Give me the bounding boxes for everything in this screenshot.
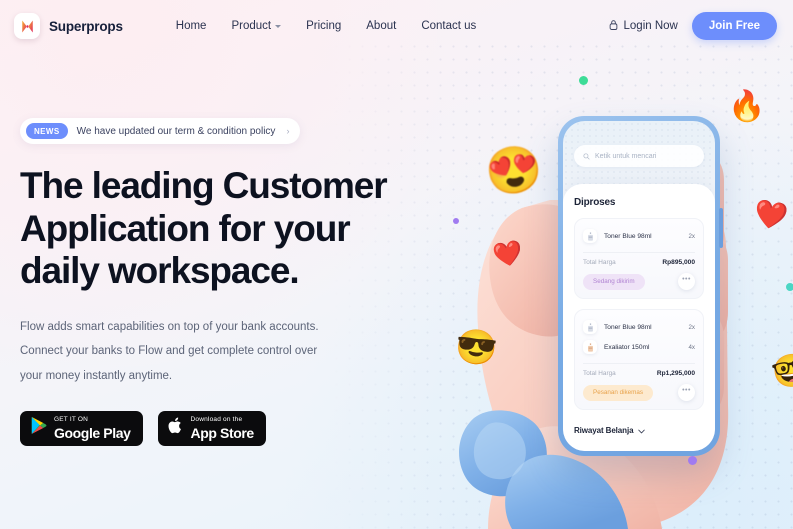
- history-label: Riwayat Belanja: [574, 425, 634, 435]
- nav-link-about-label: About: [366, 20, 397, 32]
- order-status-row: Pesanan dikemas •••: [583, 384, 695, 401]
- nav-links: Home Product Pricing About Contact us: [176, 20, 477, 32]
- nav-link-product[interactable]: Product: [231, 20, 282, 32]
- lock-icon: [608, 19, 619, 34]
- page-title: The leading Customer Application for you…: [20, 165, 388, 292]
- app-store-label: App Store: [190, 424, 255, 441]
- google-play-caption: GET IT ON: [54, 416, 89, 424]
- chevron-down-icon: [638, 421, 646, 439]
- nav-link-pricing-label: Pricing: [306, 20, 342, 32]
- hero-subcopy: Flow adds smart capabilities on top of y…: [20, 320, 319, 383]
- decor-dot-teal-right: [786, 283, 793, 291]
- landing-page: Superprops Home Product Pricing About Co…: [0, 0, 793, 529]
- order-total-label: Total Harga: [583, 259, 616, 266]
- bottle-icon: [583, 340, 597, 354]
- orders-sheet: Diproses Toner Blue 98ml 2x Total Harga …: [563, 184, 715, 451]
- app-store-button[interactable]: Download on the App Store: [157, 410, 266, 446]
- nav-link-product-label: Product: [231, 20, 272, 32]
- sunglasses-emoji: 😎: [453, 326, 500, 370]
- navbar: Superprops Home Product Pricing About Co…: [0, 0, 793, 52]
- google-play-button[interactable]: GET IT ON Google Play: [20, 410, 143, 446]
- brand-name: Superprops: [49, 18, 123, 34]
- order-item-row: Exaliator 150ml 4x: [583, 337, 695, 357]
- order-total-value: Rp895,000: [662, 259, 695, 266]
- card-divider: [583, 363, 695, 364]
- brand-logo[interactable]: Superprops: [14, 13, 123, 39]
- google-play-text: GET IT ON Google Play: [54, 417, 131, 440]
- phone-screen: Ketik untuk mencari Diproses Toner Blue …: [563, 121, 715, 451]
- orders-sheet-title: Diproses: [574, 197, 616, 208]
- google-play-icon: [30, 416, 47, 440]
- join-free-button[interactable]: Join Free: [691, 12, 777, 40]
- order-status-row: Sedang dikirim •••: [583, 273, 695, 290]
- order-item-qty: 4x: [688, 343, 695, 351]
- login-now-label: Login Now: [623, 20, 678, 32]
- store-buttons: GET IT ON Google Play Download on the Ap…: [20, 410, 440, 446]
- order-item-name: Exaliator 150ml: [604, 343, 650, 351]
- apple-icon: [168, 416, 184, 440]
- news-text: We have updated our term & condition pol…: [76, 125, 276, 137]
- order-item-name: Toner Blue 98ml: [604, 232, 652, 240]
- nav-link-contact-us-label: Contact us: [421, 20, 477, 32]
- search-input[interactable]: Ketik untuk mencari: [574, 145, 704, 167]
- decor-dot-purple-bottom: [688, 456, 697, 465]
- order-more-button[interactable]: •••: [678, 384, 695, 401]
- heart-eyes-emoji: 😍: [481, 140, 546, 200]
- chevron-down-icon: [275, 24, 282, 28]
- order-item-row: Toner Blue 98ml 2x: [583, 317, 695, 337]
- order-item-row: Toner Blue 98ml 2x: [583, 226, 695, 246]
- status-badge: Pesanan dikemas: [583, 384, 654, 401]
- bottle-icon: [583, 320, 597, 334]
- bottle-icon: [583, 229, 597, 243]
- login-now-button[interactable]: Login Now: [608, 19, 678, 34]
- search-placeholder: Ketik untuk mencari: [595, 152, 657, 160]
- nav-actions: Login Now Join Free: [608, 12, 777, 40]
- order-total-value: Rp1,295,000: [656, 370, 695, 377]
- nav-link-contact-us[interactable]: Contact us: [421, 20, 476, 32]
- order-item-qty: 2x: [688, 323, 695, 331]
- google-play-label: Google Play: [54, 424, 131, 441]
- phone-side-button[interactable]: [719, 208, 723, 248]
- order-card[interactable]: Toner Blue 98ml 2x Total Harga Rp895,000…: [574, 218, 704, 299]
- order-total-label: Total Harga: [583, 370, 616, 377]
- order-item-name: Toner Blue 98ml: [604, 323, 652, 331]
- decor-dot-purple-left: [453, 218, 459, 224]
- red-heart-emoji: ❤️: [751, 197, 791, 233]
- decor-dot-green: [579, 76, 588, 85]
- order-card[interactable]: Toner Blue 98ml 2x Exaliator 150ml 4x To…: [574, 309, 704, 410]
- order-item-qty: 2x: [688, 232, 695, 240]
- superprops-logo-icon: [14, 13, 40, 39]
- app-store-caption: Download on the: [190, 416, 243, 424]
- nav-link-pricing[interactable]: Pricing: [306, 20, 341, 32]
- phone-mockup: Ketik untuk mencari Diproses Toner Blue …: [558, 116, 723, 456]
- nav-link-home[interactable]: Home: [176, 20, 207, 32]
- status-badge: Sedang dikirim: [583, 273, 645, 290]
- fire-emoji: 🔥: [728, 90, 766, 123]
- card-divider: [583, 252, 695, 253]
- red-heart-small-emoji: ❤️: [490, 238, 525, 271]
- nav-link-home-label: Home: [175, 20, 207, 32]
- news-badge: NEWS: [26, 123, 68, 139]
- order-total-row: Total Harga Rp895,000: [583, 259, 695, 266]
- news-announcement-pill[interactable]: NEWS We have updated our term & conditio…: [20, 118, 301, 144]
- hero-section: NEWS We have updated our term & conditio…: [20, 118, 440, 446]
- nav-link-about[interactable]: About: [366, 20, 396, 32]
- search-icon: [583, 147, 590, 165]
- order-total-row: Total Harga Rp1,295,000: [583, 370, 695, 377]
- app-store-text: Download on the App Store: [190, 416, 255, 441]
- chevron-right-icon: ›: [286, 126, 290, 136]
- order-more-button[interactable]: •••: [678, 273, 695, 290]
- history-toggle[interactable]: Riwayat Belanja: [574, 421, 704, 439]
